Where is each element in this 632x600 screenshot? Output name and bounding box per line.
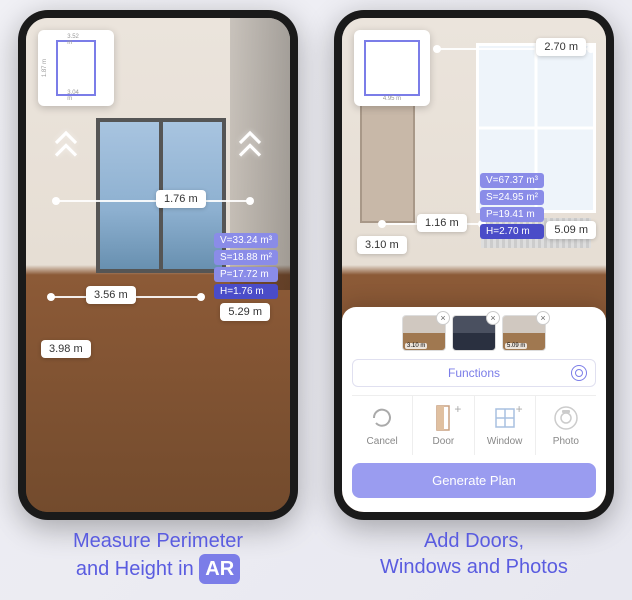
- ar-badge: AR: [199, 554, 240, 584]
- generate-plan-button[interactable]: Generate Plan: [352, 463, 596, 498]
- window-button[interactable]: + Window: [475, 396, 536, 455]
- stat-height: H=1.76 m: [214, 284, 278, 299]
- window-icon: +: [491, 404, 519, 432]
- thumbnail[interactable]: ×: [452, 315, 496, 351]
- photo-button[interactable]: Photo: [536, 396, 596, 455]
- top-width-badge: 2.70 m: [536, 38, 586, 56]
- thumb-close-icon[interactable]: ×: [536, 311, 550, 325]
- functions-title: Functions: [448, 366, 500, 380]
- stat-perimeter: P=17.72 m: [214, 267, 278, 282]
- minimap-side-label: 1.87 m: [42, 59, 48, 77]
- thumb-close-icon[interactable]: ×: [436, 311, 450, 325]
- stat-volume: V=67.37 m³: [480, 173, 544, 188]
- minimap[interactable]: 3.52 m 3.04 m 1.87 m: [38, 30, 114, 106]
- stat-perimeter: P=19.41 m: [480, 207, 544, 222]
- stats-box: V=33.24 m³ S=18.88 m² P=17.72 m H=1.76 m: [214, 233, 278, 301]
- thumbnail-label: 5.09 m: [505, 343, 527, 349]
- minimap-bottom-label: 3.04 m: [67, 90, 85, 102]
- thumbnail-label: 3.10 m: [405, 343, 427, 349]
- ar-view-right[interactable]: 4.95 m 2.70 m 1.16 m 3.10 m 5.09 m V=67.…: [342, 18, 606, 512]
- right-depth-badge: 5.09 m: [546, 221, 596, 239]
- mid-width-badge: 1.16 m: [417, 214, 467, 232]
- left-height-badge: 3.10 m: [357, 236, 407, 254]
- stat-area: S=18.88 m²: [214, 250, 278, 265]
- minimap[interactable]: 4.95 m: [354, 30, 430, 106]
- thumbnail[interactable]: × 5.09 m: [502, 315, 546, 351]
- settings-icon[interactable]: [571, 365, 587, 381]
- door-button[interactable]: + Door: [413, 396, 474, 455]
- stat-area: S=24.95 m²: [480, 190, 544, 205]
- top-width-line: [56, 200, 250, 202]
- minimap-top-label: 3.52 m: [67, 34, 85, 46]
- functions-row: Cancel + Door + Window: [352, 395, 596, 455]
- raise-left-icon[interactable]: [51, 128, 81, 168]
- thumbnail[interactable]: × 3.10 m: [402, 315, 446, 351]
- stat-volume: V=33.24 m³: [214, 233, 278, 248]
- mid-width-badge: 3.56 m: [86, 286, 136, 304]
- minimap-bottom-label: 4.95 m: [383, 96, 401, 102]
- phone-right: 4.95 m 2.70 m 1.16 m 3.10 m 5.09 m V=67.…: [334, 10, 614, 520]
- top-width-badge: 1.76 m: [156, 190, 206, 208]
- caption-right: Add Doors, Windows and Photos: [380, 528, 568, 580]
- bottom-panel: × 3.10 m × × 5.09 m Functions: [342, 307, 606, 512]
- cancel-button[interactable]: Cancel: [352, 396, 413, 455]
- phone-left: 3.52 m 3.04 m 1.87 m 1.76 m 3.56 m 5.29 …: [18, 10, 298, 520]
- ar-view-left[interactable]: 3.52 m 3.04 m 1.87 m 1.76 m 3.56 m 5.29 …: [26, 18, 290, 512]
- thumb-close-icon[interactable]: ×: [486, 311, 500, 325]
- camera-icon: [552, 404, 580, 432]
- left-depth-badge: 3.98 m: [41, 340, 91, 358]
- right-depth-badge: 5.29 m: [220, 303, 270, 321]
- cancel-icon: [368, 404, 396, 432]
- caption-left: Measure Perimeter and Height in AR: [73, 528, 243, 584]
- door-icon: +: [429, 404, 457, 432]
- thumbnails-row: × 3.10 m × × 5.09 m: [352, 315, 596, 351]
- stat-height: H=2.70 m: [480, 224, 544, 239]
- raise-right-icon[interactable]: [235, 128, 265, 168]
- stats-box: V=67.37 m³ S=24.95 m² P=19.41 m H=2.70 m: [480, 173, 544, 241]
- functions-bar: Functions: [352, 359, 596, 387]
